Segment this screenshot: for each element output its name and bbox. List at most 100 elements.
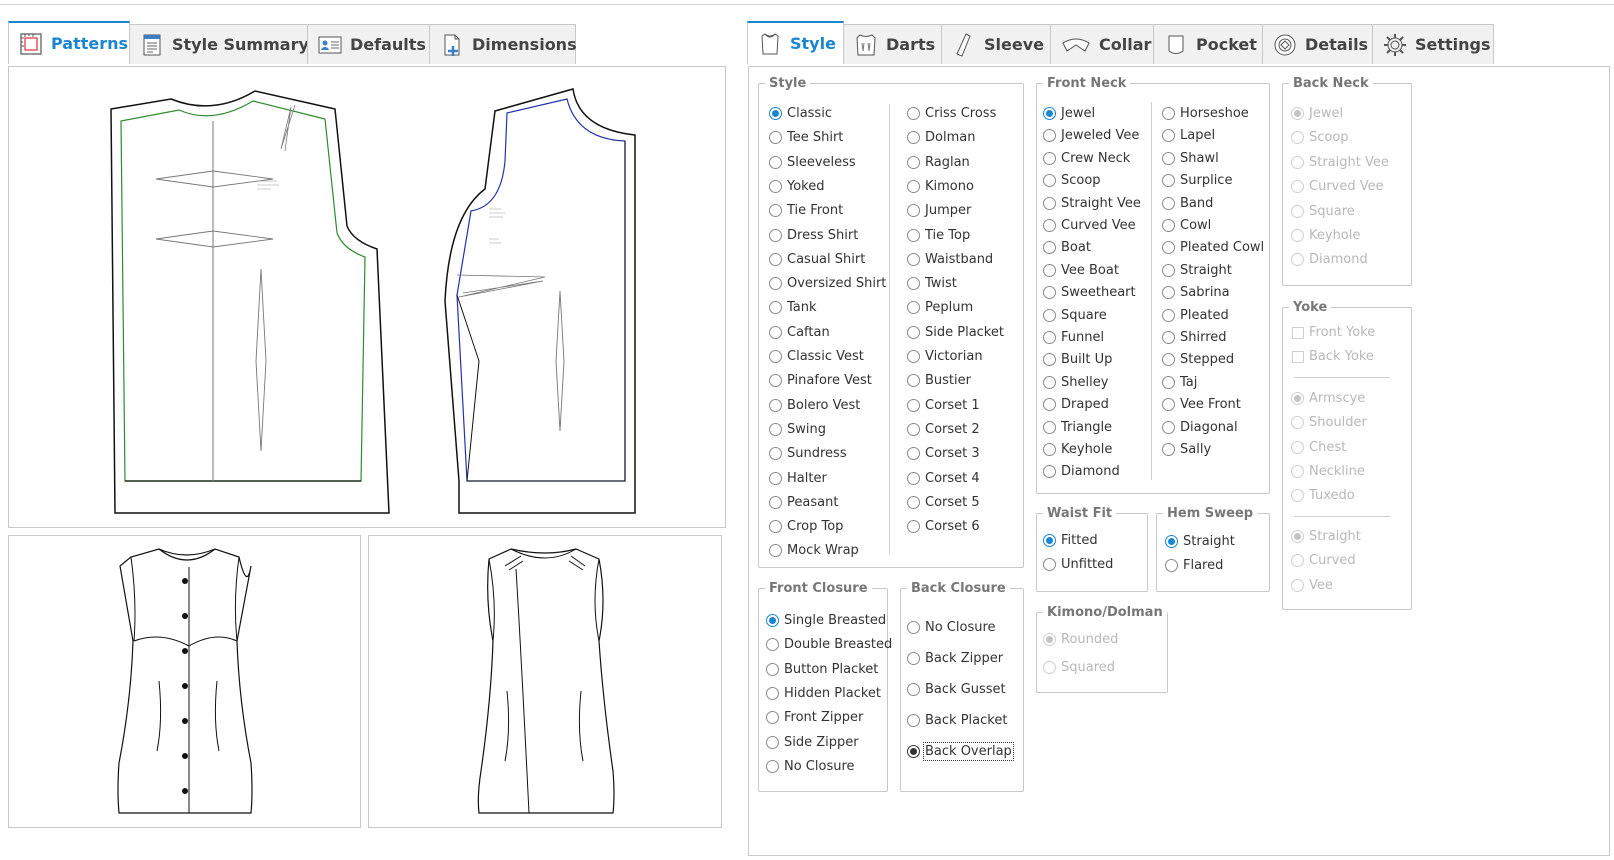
style-radio-raglan[interactable]: Raglan <box>907 155 970 170</box>
waist-fit-radio-fitted[interactable]: Fitted <box>1043 533 1098 548</box>
front-neck-radio-button[interactable] <box>1162 241 1175 255</box>
front-neck-radio-jeweled-vee[interactable]: Jeweled Vee <box>1043 128 1139 143</box>
style-radio-button[interactable] <box>907 131 920 145</box>
front-neck-radio-button[interactable] <box>1043 219 1056 232</box>
front-closure-radio-button[interactable] <box>766 759 779 773</box>
tab-style[interactable]: Style <box>747 21 844 64</box>
style-radio-kimono[interactable]: Kimono <box>907 179 974 194</box>
style-radio-oversized-shirt[interactable]: Oversized Shirt <box>769 276 886 291</box>
style-radio-button[interactable] <box>907 520 920 534</box>
front-closure-radio-double-breasted[interactable]: Double Breasted <box>766 637 892 652</box>
style-radio-button[interactable] <box>769 252 782 266</box>
style-radio-button[interactable] <box>907 374 920 388</box>
front-neck-radio-button[interactable] <box>1162 107 1175 120</box>
front-neck-radio-cowl[interactable]: Cowl <box>1162 218 1211 233</box>
front-neck-radio-button[interactable] <box>1043 465 1056 479</box>
style-radio-button[interactable] <box>769 398 782 412</box>
back-closure-radio-button[interactable] <box>907 683 920 696</box>
style-radio-crop-top[interactable]: Crop Top <box>769 519 843 534</box>
front-neck-radio-button[interactable] <box>1162 219 1175 232</box>
tab-settings[interactable]: Settings <box>1372 24 1494 64</box>
waist-fit-radio-button[interactable] <box>1043 534 1056 547</box>
style-radio-corset-6[interactable]: Corset 6 <box>907 519 980 534</box>
front-closure-radio-side-zipper[interactable]: Side Zipper <box>766 735 859 750</box>
tab-pocket[interactable]: Pocket <box>1153 24 1263 64</box>
style-radio-mock-wrap[interactable]: Mock Wrap <box>769 543 859 558</box>
style-radio-button[interactable] <box>769 155 782 169</box>
style-radio-button[interactable] <box>907 325 920 339</box>
front-neck-radio-diagonal[interactable]: Diagonal <box>1162 420 1238 435</box>
waist-fit-radio-button[interactable] <box>1043 558 1056 571</box>
front-neck-radio-button[interactable] <box>1162 129 1175 143</box>
style-radio-button[interactable] <box>907 447 920 461</box>
back-closure-radio-back-gusset[interactable]: Back Gusset <box>907 682 1006 697</box>
front-neck-radio-straight-vee[interactable]: Straight Vee <box>1043 196 1141 211</box>
style-radio-twist[interactable]: Twist <box>907 276 957 291</box>
front-neck-radio-button[interactable] <box>1043 353 1056 367</box>
style-radio-button[interactable] <box>907 228 920 242</box>
style-radio-button[interactable] <box>769 520 782 534</box>
front-closure-radio-no-closure[interactable]: No Closure <box>766 759 855 774</box>
tab-sleeve[interactable]: Sleeve <box>941 24 1051 64</box>
hem-sweep-radio-button[interactable] <box>1165 535 1178 548</box>
front-neck-radio-button[interactable] <box>1162 331 1175 344</box>
front-neck-radio-button[interactable] <box>1043 420 1056 434</box>
front-neck-radio-built-up[interactable]: Built Up <box>1043 352 1112 367</box>
style-radio-button[interactable] <box>769 301 782 315</box>
style-radio-tee-shirt[interactable]: Tee Shirt <box>769 130 843 145</box>
style-radio-button[interactable] <box>769 325 782 339</box>
back-closure-radio-button[interactable] <box>907 745 920 758</box>
style-radio-corset-3[interactable]: Corset 3 <box>907 446 980 461</box>
front-neck-radio-button[interactable] <box>1043 375 1056 389</box>
style-radio-button[interactable] <box>769 107 782 120</box>
front-neck-radio-button[interactable] <box>1162 353 1175 367</box>
style-radio-casual-shirt[interactable]: Casual Shirt <box>769 252 865 267</box>
front-neck-radio-button[interactable] <box>1162 398 1175 412</box>
front-neck-radio-button[interactable] <box>1162 375 1175 389</box>
front-neck-radio-button[interactable] <box>1162 420 1175 434</box>
style-radio-pinafore-vest[interactable]: Pinafore Vest <box>769 373 872 388</box>
style-radio-button[interactable] <box>769 179 782 193</box>
style-radio-button[interactable] <box>907 107 920 120</box>
style-radio-peplum[interactable]: Peplum <box>907 300 973 315</box>
style-radio-corset-2[interactable]: Corset 2 <box>907 422 980 437</box>
front-neck-radio-button[interactable] <box>1043 107 1056 120</box>
front-closure-radio-hidden-placket[interactable]: Hidden Placket <box>766 686 881 701</box>
front-closure-radio-button[interactable] <box>766 614 779 627</box>
back-closure-radio-back-zipper[interactable]: Back Zipper <box>907 651 1003 666</box>
back-closure-radio-button[interactable] <box>907 714 920 727</box>
front-neck-radio-button[interactable] <box>1043 286 1056 300</box>
style-radio-victorian[interactable]: Victorian <box>907 349 983 364</box>
style-radio-button[interactable] <box>769 131 782 145</box>
style-radio-button[interactable] <box>769 350 782 363</box>
front-neck-radio-keyhole[interactable]: Keyhole <box>1043 442 1112 457</box>
front-neck-radio-button[interactable] <box>1162 174 1175 188</box>
style-radio-button[interactable] <box>907 398 920 412</box>
style-radio-tank[interactable]: Tank <box>769 300 817 315</box>
front-neck-radio-button[interactable] <box>1162 263 1175 277</box>
style-radio-button[interactable] <box>907 252 920 266</box>
style-radio-button[interactable] <box>769 374 782 388</box>
style-radio-corset-1[interactable]: Corset 1 <box>907 398 980 413</box>
front-closure-radio-button[interactable] <box>766 662 779 676</box>
style-radio-button[interactable] <box>769 495 782 509</box>
style-radio-button[interactable] <box>769 228 782 242</box>
front-neck-radio-diamond[interactable]: Diamond <box>1043 464 1120 479</box>
front-neck-radio-taj[interactable]: Taj <box>1162 375 1197 390</box>
front-neck-radio-curved-vee[interactable]: Curved Vee <box>1043 218 1136 233</box>
waist-fit-radio-unfitted[interactable]: Unfitted <box>1043 557 1113 572</box>
front-neck-radio-shawl[interactable]: Shawl <box>1162 151 1219 166</box>
front-neck-radio-button[interactable] <box>1043 196 1056 210</box>
tab-darts[interactable]: Darts <box>843 24 942 64</box>
hem-sweep-radio-button[interactable] <box>1165 559 1178 572</box>
style-radio-criss-cross[interactable]: Criss Cross <box>907 106 996 121</box>
back-view-panel[interactable] <box>368 535 722 828</box>
front-closure-radio-button[interactable] <box>766 638 779 652</box>
front-neck-radio-button[interactable] <box>1043 129 1056 143</box>
style-radio-dolman[interactable]: Dolman <box>907 130 975 145</box>
front-closure-radio-button-placket[interactable]: Button Placket <box>766 662 878 677</box>
style-radio-swing[interactable]: Swing <box>769 422 826 437</box>
tab-style-summary[interactable]: Style Summary <box>129 24 309 64</box>
front-neck-radio-button[interactable] <box>1162 196 1175 210</box>
style-radio-peasant[interactable]: Peasant <box>769 495 838 510</box>
